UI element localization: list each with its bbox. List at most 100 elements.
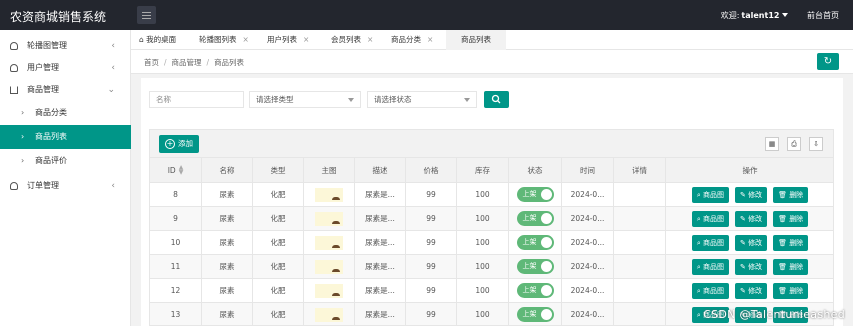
cell-time: 2024-0...	[562, 231, 614, 254]
cell-desc: 尿素是...	[355, 183, 406, 206]
add-button[interactable]: + 添加	[159, 135, 199, 153]
close-icon[interactable]: ×	[427, 35, 433, 44]
close-icon[interactable]: ×	[303, 35, 309, 44]
delete-label: 删除	[789, 190, 804, 199]
status-select-value: 请选择状态	[374, 95, 412, 104]
delete-button[interactable]: 🗑 删除	[773, 234, 809, 251]
status-toggle[interactable]: 上架	[516, 211, 554, 226]
type-select[interactable]: 请选择类型	[249, 91, 361, 108]
detail-cell	[614, 279, 666, 302]
edit-button[interactable]: ✎ 修改	[734, 282, 768, 299]
table-row: 10 尿素 化肥 尿素是... 99 100 上架 2024-0... ⌕ 商品图 ✎ 修改 🗑 删…	[150, 231, 833, 255]
chevron-right-icon: ›	[21, 108, 25, 117]
cell-time: 2024-0...	[562, 279, 614, 302]
column-header-label: 类型	[270, 165, 286, 175]
edit-button[interactable]: ✎ 修改	[734, 186, 768, 203]
sidebar-item-carousel[interactable]: 轮播图管理 ‹	[0, 35, 131, 57]
breadcrumb-products[interactable]: 商品管理	[172, 58, 202, 67]
view-image-button[interactable]: ⌕ 商品图	[691, 258, 729, 275]
view-image-button[interactable]: ⌕ 商品图	[691, 234, 729, 251]
status-label: 上架	[522, 190, 537, 198]
sidebar-item-orders[interactable]: 订单管理 ‹	[0, 175, 131, 197]
name-search-input[interactable]: 名称	[149, 91, 244, 108]
sidebar-subitem-categories[interactable]: › 商品分类	[0, 101, 131, 125]
status-toggle[interactable]: 上架	[516, 235, 554, 250]
edit-label: 修改	[748, 214, 763, 223]
close-icon[interactable]: ×	[243, 35, 249, 44]
column-header[interactable]: ID ▲ ▼	[150, 158, 202, 182]
sidebar-subitem-reviews[interactable]: › 商品评价	[0, 149, 131, 173]
tab-label: 轮播图列表	[199, 35, 237, 44]
tab-carousel-list[interactable]: 轮播图列表 ×	[199, 30, 249, 50]
search-button[interactable]	[484, 91, 509, 108]
edit-button[interactable]: ✎ 修改	[734, 234, 768, 251]
status-cell: 上架	[509, 183, 562, 206]
chevron-left-icon: ‹	[111, 63, 115, 73]
chevron-down-icon[interactable]	[782, 13, 789, 17]
sidebar-subitem-product-list[interactable]: › 商品列表	[0, 125, 131, 149]
breadcrumb-home[interactable]: 首页	[144, 58, 159, 67]
status-toggle[interactable]: 上架	[516, 307, 554, 322]
status-toggle[interactable]: 上架	[516, 259, 554, 274]
status-toggle[interactable]: 上架	[516, 283, 554, 298]
sidebar-item-users[interactable]: 用户管理 ‹	[0, 57, 131, 79]
tab-member-list[interactable]: 会员列表 ×	[331, 30, 373, 50]
menu-toggle-button[interactable]	[137, 6, 156, 24]
detail-cell	[614, 183, 666, 206]
chevron-left-icon: ‹	[111, 41, 115, 51]
user-menu[interactable]: talent12	[741, 11, 779, 20]
columns-icon[interactable]: ▦	[765, 137, 779, 151]
tab-product-list[interactable]: 商品列表	[446, 30, 506, 50]
cell-time: 2024-0...	[562, 255, 614, 278]
edit-icon: ✎	[739, 286, 749, 295]
delete-label: 删除	[789, 214, 804, 223]
top-bar: 农资商城销售系统 欢迎: talent12 前台首页	[0, 0, 853, 30]
sidebar-item-label: 轮播图管理	[27, 41, 67, 50]
breadcrumb-separator: /	[206, 58, 210, 67]
delete-button[interactable]: 🗑 删除	[773, 186, 809, 203]
tab-user-list[interactable]: 用户列表 ×	[267, 30, 309, 50]
sidebar-item-products[interactable]: 商品管理 ⌄	[0, 79, 131, 101]
status-cell: 上架	[509, 279, 562, 302]
status-select[interactable]: 请选择状态	[367, 91, 477, 108]
delete-button[interactable]: 🗑 删除	[773, 258, 809, 275]
sidebar-item-label: 用户管理	[27, 63, 59, 72]
delete-button[interactable]: 🗑 删除	[773, 210, 809, 227]
refresh-button[interactable]: ↻	[817, 53, 839, 70]
cell-price: 99	[406, 255, 457, 278]
tab-label: 商品分类	[391, 35, 421, 44]
cell-desc: 尿素是...	[355, 279, 406, 302]
ops-cell: ⌕ 商品图 ✎ 修改 🗑 删除	[666, 183, 833, 206]
main-image-cell	[304, 231, 355, 254]
export-icon[interactable]: ⇩	[809, 137, 823, 151]
cell-desc: 尿素是...	[355, 231, 406, 254]
search-icon	[491, 94, 501, 104]
tab-category[interactable]: 商品分类 ×	[391, 30, 433, 50]
cell-desc: 尿素是...	[355, 207, 406, 230]
tab-desktop[interactable]: ⌂ 我的桌面	[139, 30, 176, 50]
watermark: CSDN @Talentunieashed	[703, 308, 845, 321]
delete-button[interactable]: 🗑 删除	[773, 282, 809, 299]
product-thumbnail	[315, 211, 343, 226]
sort-icon[interactable]: ▲ ▼	[179, 165, 184, 176]
cell-price: 99	[406, 231, 457, 254]
edit-icon: ✎	[739, 190, 749, 199]
cell-id: 13	[150, 303, 202, 325]
chevron-right-icon: ›	[21, 132, 25, 141]
frontpage-link[interactable]: 前台首页	[807, 11, 839, 20]
close-icon[interactable]: ×	[367, 35, 373, 44]
print-icon[interactable]: ⎙	[787, 137, 801, 151]
column-header-label: 操作	[742, 165, 758, 175]
edit-button[interactable]: ✎ 修改	[734, 258, 768, 275]
view-image-button[interactable]: ⌕ 商品图	[691, 282, 729, 299]
column-header: 库存	[457, 158, 509, 182]
sidebar-subitem-label: 商品评价	[35, 156, 67, 165]
cell-price: 99	[406, 279, 457, 302]
column-header: 价格	[406, 158, 457, 182]
status-toggle[interactable]: 上架	[516, 187, 554, 202]
tab-label: 会员列表	[331, 35, 361, 44]
view-image-button[interactable]: ⌕ 商品图	[691, 186, 729, 203]
edit-button[interactable]: ✎ 修改	[734, 210, 768, 227]
trash-icon: 🗑	[778, 238, 790, 247]
view-image-button[interactable]: ⌕ 商品图	[691, 210, 729, 227]
